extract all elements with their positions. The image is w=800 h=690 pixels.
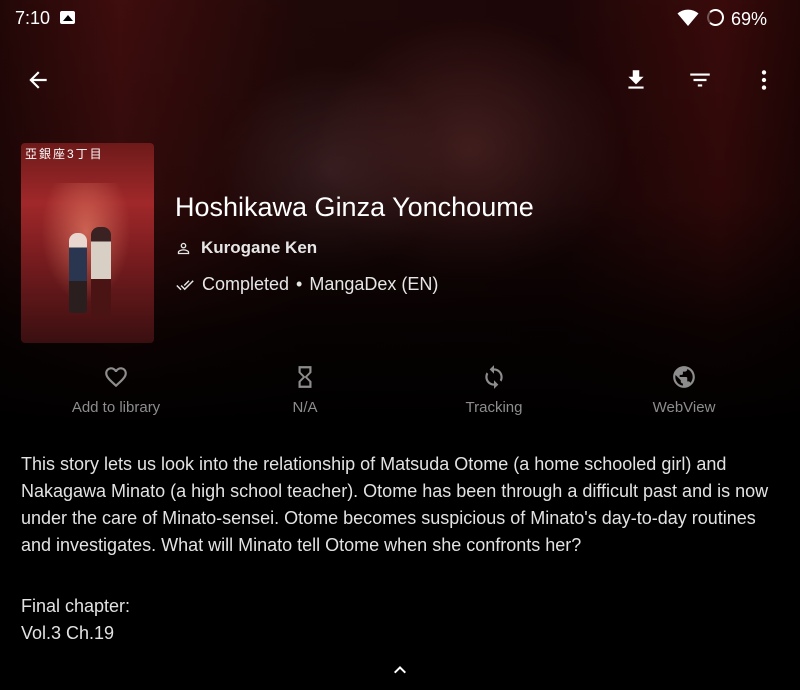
action-bar: Add to library N/A Tracking WebView [0,362,800,422]
cover-title-text: 亞銀座3丁目 [25,147,104,161]
author-row[interactable]: Kurogane Ken [175,238,317,258]
collapse-description-button[interactable] [385,657,415,683]
add-to-library-button[interactable]: Add to library [21,362,211,422]
status-bar: 7:10 69% [0,0,800,38]
source-text: MangaDex (EN) [309,274,439,294]
filter-button[interactable] [680,60,720,100]
manga-description[interactable]: This story lets us look into the relatio… [21,451,783,559]
chevron-up-icon [394,666,406,674]
sync-icon [485,365,503,389]
tracking-button[interactable]: Tracking [399,362,589,422]
more-vert-icon [761,70,767,90]
battery-percent: 69% [731,9,768,29]
cover-figure-right [91,227,111,317]
webview-button[interactable]: WebView [589,362,779,422]
globe-icon [673,366,695,388]
cover-figure-left [69,233,87,313]
more-options-button[interactable] [744,60,784,100]
status-separator: • [296,274,303,294]
final-chapter-value: Vol.3 Ch.19 [21,623,115,643]
manga-cover[interactable]: 亞銀座3丁目 [21,143,154,343]
back-button[interactable] [18,60,58,100]
battery-icon [707,9,724,26]
author-name: Kurogane Ken [201,238,318,257]
webview-label: WebView [652,399,716,416]
done-all-icon [176,279,194,290]
wifi-icon [677,9,699,26]
download-button[interactable] [616,60,656,100]
final-chapter-label: Final chapter: [21,596,131,616]
next-update-button[interactable]: N/A [210,362,400,422]
status-time: 7:10 [15,8,51,28]
image-notification-icon [60,11,75,24]
tracking-label: Tracking [465,399,523,416]
download-icon [628,70,644,89]
hourglass-icon [298,366,312,388]
arrow-back-icon [29,71,47,89]
filter-icon [690,73,710,87]
add-to-library-label: Add to library [71,399,161,416]
person-icon [177,242,190,254]
header-backdrop-fade [0,0,800,690]
manga-title[interactable]: Hoshikawa Ginza Yonchoume [175,192,534,223]
next-update-label: N/A [292,399,318,416]
publication-status-row: Completed • MangaDex (EN) [175,274,438,295]
heart-outline-icon [105,367,127,388]
status-text: Completed [202,274,290,294]
